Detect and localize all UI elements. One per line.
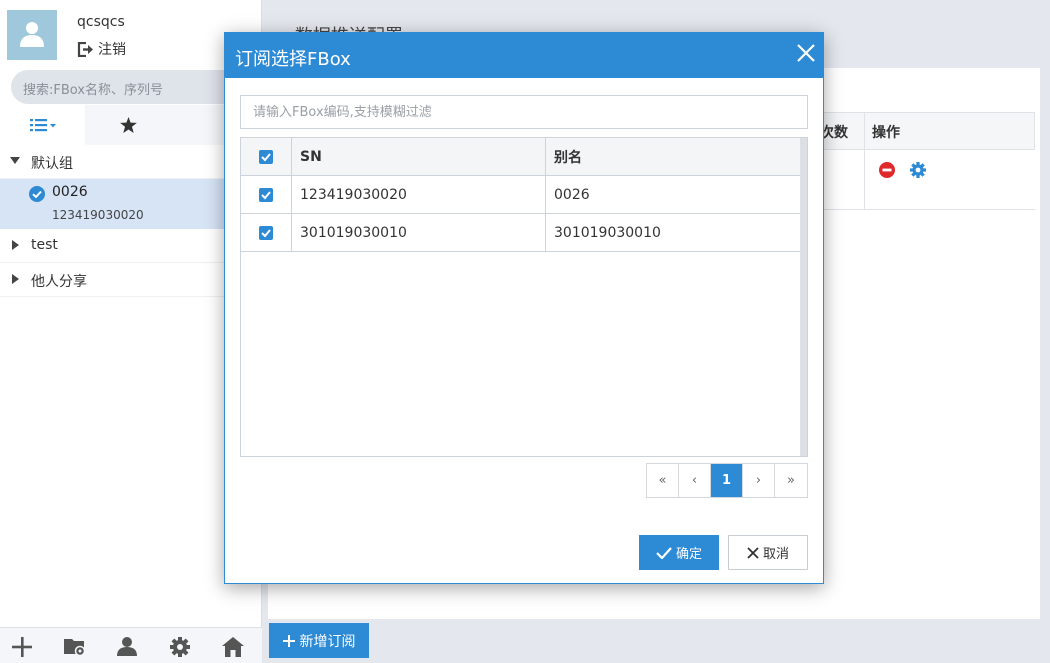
group-label: 他人分享	[31, 274, 87, 290]
page-current-button[interactable]: 1	[711, 464, 743, 497]
cancel-label: 取消	[762, 546, 789, 561]
folder-settings-icon[interactable]	[64, 637, 86, 656]
row-alias: 301019030010	[546, 214, 801, 251]
confirm-label: 确定	[675, 546, 702, 561]
row-sn: 123419030020	[292, 176, 546, 213]
grid-scrollbar[interactable]	[800, 138, 807, 456]
column-ops: 操作	[872, 125, 900, 141]
list-icon	[29, 119, 56, 132]
row-check-cell	[241, 176, 292, 213]
group-label: 默认组	[31, 156, 73, 172]
tab-list[interactable]	[0, 105, 85, 145]
subscribe-dialog: 订阅选择FBox SN 别名 123419030020 0026	[224, 32, 824, 584]
user-avatar-icon	[20, 22, 44, 47]
device-name: 0026	[52, 184, 88, 200]
caret-right-icon[interactable]	[12, 240, 19, 250]
check-icon	[261, 152, 271, 161]
page-first-button[interactable]: «	[647, 464, 679, 497]
group-row-test[interactable]: test (	[0, 229, 262, 263]
column-sn[interactable]: SN	[292, 138, 546, 175]
avatar[interactable]	[7, 10, 57, 60]
logout-icon	[77, 41, 93, 57]
settings-icon[interactable]	[910, 162, 926, 178]
sidebar-toolbar	[0, 627, 262, 663]
check-icon	[261, 190, 271, 199]
delete-icon[interactable]	[879, 162, 895, 178]
gear-icon[interactable]	[170, 637, 190, 657]
caret-right-icon[interactable]	[12, 274, 19, 284]
device-tree: 默认组 ( 0026 123419030020 test ( 他人分享 (	[0, 145, 262, 297]
checkmark-icon	[656, 546, 672, 559]
page-last-button[interactable]: »	[775, 464, 807, 497]
dialog-title: 订阅选择FBox	[235, 49, 351, 70]
table-row[interactable]: 123419030020 0026	[241, 176, 801, 214]
page-next-button[interactable]: ›	[743, 464, 775, 497]
select-all-cell	[241, 138, 292, 175]
column-divider	[864, 112, 865, 209]
home-icon[interactable]	[222, 637, 244, 657]
user-icon[interactable]	[117, 637, 137, 656]
add-subscription-label: 新增订阅	[299, 632, 356, 649]
user-panel: qcsqcs 注销	[0, 0, 262, 66]
sidebar: qcsqcs 注销 搜索:FBox名称、序列号 默认组 0026 1234190…	[0, 0, 262, 663]
caret-down-icon[interactable]	[10, 157, 20, 164]
close-icon[interactable]	[797, 44, 815, 62]
check-icon	[261, 228, 271, 237]
device-item[interactable]: 0026 123419030020	[0, 179, 262, 229]
logout-link[interactable]: 注销	[77, 39, 126, 59]
confirm-button[interactable]: 确定	[639, 535, 719, 570]
row-alias: 0026	[546, 176, 801, 213]
select-all-checkbox[interactable]	[259, 149, 273, 164]
plus-icon	[282, 634, 295, 647]
row-checkbox[interactable]	[259, 225, 273, 240]
sidebar-tabs	[0, 105, 262, 145]
pagination: « ‹ 1 › »	[646, 463, 808, 498]
fbox-grid: SN 别名 123419030020 0026 301019030010 301…	[240, 137, 808, 457]
row-sn: 301019030010	[292, 214, 546, 251]
tab-favorites[interactable]	[85, 105, 172, 145]
column-alias[interactable]: 别名	[546, 138, 801, 175]
cancel-button[interactable]: 取消	[728, 535, 808, 570]
column-times: 次数	[820, 125, 848, 141]
device-sn: 123419030020	[52, 208, 144, 222]
row-check-cell	[241, 214, 292, 251]
fbox-filter-input[interactable]	[240, 95, 808, 129]
group-row-shared[interactable]: 他人分享 (	[0, 263, 262, 297]
star-icon	[120, 117, 137, 133]
username: qcsqcs	[77, 14, 125, 30]
row-checkbox[interactable]	[259, 187, 273, 202]
table-row[interactable]: 301019030010 301019030010	[241, 214, 801, 252]
group-row-default[interactable]: 默认组 (	[0, 145, 262, 179]
logout-label: 注销	[98, 42, 126, 58]
group-label: test	[31, 237, 58, 253]
row-divider	[824, 209, 1035, 210]
search-input[interactable]: 搜索:FBox名称、序列号	[23, 79, 163, 98]
page-prev-button[interactable]: ‹	[679, 464, 711, 497]
online-check-icon	[29, 186, 45, 202]
add-subscription-button[interactable]: 新增订阅	[269, 623, 369, 658]
close-icon	[747, 546, 759, 559]
plus-icon[interactable]	[11, 637, 33, 657]
grid-header-row: SN 别名	[241, 138, 801, 176]
dialog-header: 订阅选择FBox	[225, 33, 823, 78]
